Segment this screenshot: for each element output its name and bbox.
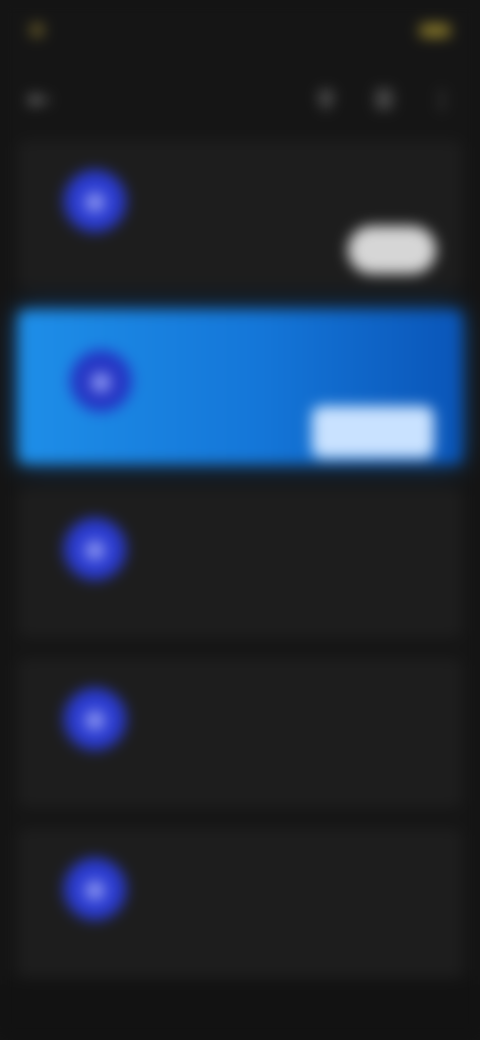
status-right bbox=[410, 23, 450, 37]
filter-icon[interactable]: ☰ bbox=[372, 88, 396, 113]
list-item[interactable]: ● bbox=[18, 828, 462, 978]
arrow-left-icon[interactable]: ← bbox=[26, 85, 52, 115]
bottom-bar bbox=[0, 980, 480, 1040]
user-icon: ● bbox=[64, 518, 126, 580]
battery-icon bbox=[420, 23, 450, 37]
user-icon: ● bbox=[64, 858, 126, 920]
user-icon: ● bbox=[64, 170, 126, 232]
status-bar bbox=[0, 0, 480, 60]
item-action-button[interactable] bbox=[312, 406, 434, 458]
list-item[interactable]: ● bbox=[18, 658, 462, 808]
list-item[interactable]: ● bbox=[18, 140, 462, 290]
header-actions: ⚲ ☰ ⋮ bbox=[314, 88, 454, 113]
user-icon: ● bbox=[70, 350, 132, 412]
item-list: ● ● ● ● ● bbox=[18, 140, 462, 998]
more-vertical-icon[interactable]: ⋮ bbox=[430, 88, 454, 113]
status-left bbox=[30, 23, 52, 37]
app-header: ← ⚲ ☰ ⋮ bbox=[0, 68, 480, 132]
user-icon: ● bbox=[64, 688, 126, 750]
list-item-selected[interactable]: ● bbox=[18, 310, 462, 464]
notification-icon bbox=[30, 23, 44, 37]
item-action-button[interactable] bbox=[348, 226, 436, 274]
search-icon[interactable]: ⚲ bbox=[314, 88, 338, 113]
list-item[interactable]: ● bbox=[18, 488, 462, 638]
app-screen: ← ⚲ ☰ ⋮ ● ● ● ● ● bbox=[0, 0, 480, 1040]
